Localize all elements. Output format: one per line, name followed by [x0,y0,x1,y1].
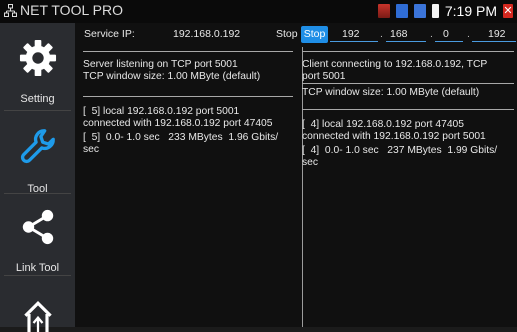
separator-line [302,109,514,110]
sidebar-item-tool[interactable]: Tool [0,111,75,195]
ip-dot: . [430,28,433,40]
app-title: NET TOOL PRO [20,2,123,18]
log-line: sec [302,157,319,168]
usb-icon [395,4,408,18]
status-bar: NET TOOL PRO 7:19 PM ✕ [0,0,517,23]
log-line: TCP window size: 1.00 MByte (default) [302,87,480,98]
server-stop-button[interactable]: Stop [276,23,298,45]
notification-icon [413,4,426,18]
log-line: Server listening on TCP port 5001 [83,59,238,70]
share-icon [22,209,54,245]
log-line: sec [83,144,100,155]
ip-underline [386,41,426,42]
sidebar-item-label: Setting [20,93,55,105]
main-panel: Service IP: 192.168.0.192 Stop Stop 192 … [75,23,517,327]
close-icon[interactable]: ✕ [503,4,513,18]
service-ip-label: Service IP: [84,28,135,40]
log-line: [ 5] 0.0- 1.0 sec 233 MBytes 1.96 Gbits/ [83,132,279,143]
sidebar: Setting Tool Link Tool [0,23,75,332]
sidebar-item-setting[interactable]: Setting [0,23,75,108]
client-stop-button[interactable]: Stop [301,26,328,43]
separator-line [83,96,293,97]
gear-icon [19,39,57,77]
storage-icon [377,4,390,18]
log-line: Client connecting to 192.168.0.192, TCP [302,59,488,70]
app-title-area: NET TOOL PRO [4,2,123,18]
log-line: connected with 192.168.0.192 port 5001 [302,131,486,142]
clock: 7:19 PM [444,3,497,19]
log-line: connected with 192.168.0.192 port 47405 [83,118,273,129]
wrench-icon [20,129,55,164]
sidebar-item-link-tool[interactable]: Link Tool [0,194,75,274]
ip-underline [472,41,516,42]
separator-line [302,51,514,52]
network-icon [4,3,17,17]
separator-line [302,83,514,84]
ip-underline [435,41,463,42]
service-ip-value: 192.168.0.192 [173,28,241,40]
client-ip-input[interactable]: 192 . 168 . 0 . 192 [330,23,517,45]
ip-dot: . [380,28,383,40]
battery-icon [431,4,439,18]
log-line: [ 5] local 192.168.0.192 port 5001 [83,106,240,117]
log-line: [ 4] local 192.168.0.192 port 47405 [302,119,465,130]
sidebar-item-upload[interactable] [0,276,75,332]
sidebar-item-label: Link Tool [15,262,60,274]
status-icons: 7:19 PM ✕ [377,3,513,19]
ip-underline [330,41,378,42]
log-line: [ 4] 0.0- 1.0 sec 237 MBytes 1.99 Gbits/ [302,145,498,156]
ip-dot: . [467,28,470,40]
separator-line [83,51,293,52]
log-line: port 5001 [302,71,346,82]
log-line: TCP window size: 1.00 MByte (default) [83,71,261,82]
